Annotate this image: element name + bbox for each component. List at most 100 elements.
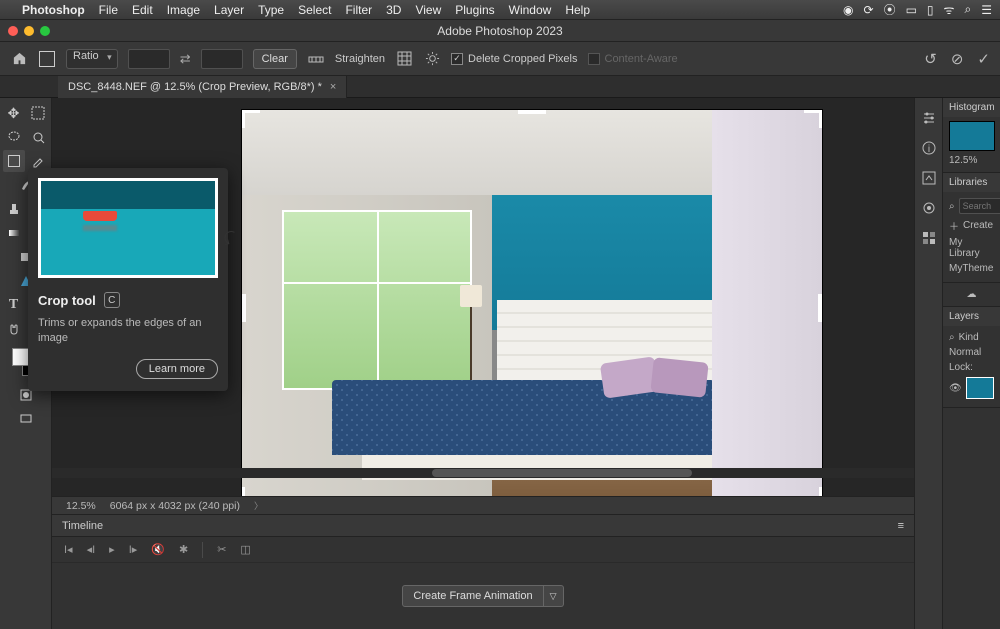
status-more-icon[interactable]: 〉 xyxy=(254,499,267,512)
menu-filter[interactable]: Filter xyxy=(345,3,372,17)
layers-tab[interactable]: Layers xyxy=(943,307,1000,326)
create-label[interactable]: Create xyxy=(963,220,993,231)
menu-3d[interactable]: 3D xyxy=(386,3,401,17)
timeline-play-icon[interactable]: ▸ xyxy=(109,543,115,556)
status-display-icon[interactable]: ▭ xyxy=(906,3,917,17)
my-theme-item[interactable]: MyTheme xyxy=(949,263,993,274)
overlay-options-icon[interactable] xyxy=(395,50,413,68)
image-content[interactable] xyxy=(242,110,822,496)
status-battery-icon[interactable]: ▯ xyxy=(927,3,934,17)
menu-image[interactable]: Image xyxy=(167,3,200,17)
content-aware-checkbox[interactable]: Content-Aware xyxy=(588,53,678,65)
timeline-split-icon[interactable]: ✂ xyxy=(217,543,226,556)
properties-icon[interactable] xyxy=(921,170,937,186)
libraries-tab[interactable]: Libraries xyxy=(943,173,1000,192)
menu-help[interactable]: Help xyxy=(565,3,590,17)
status-wifi-icon[interactable]: ᯤ xyxy=(944,1,955,18)
type-tool[interactable]: T xyxy=(3,294,25,316)
timeline-menu-icon[interactable]: ≡ xyxy=(898,520,904,532)
libraries-search-input[interactable] xyxy=(959,198,1000,214)
status-search-icon[interactable]: ⌕ xyxy=(965,2,972,17)
lasso-tool[interactable] xyxy=(3,126,25,148)
status-record-icon[interactable]: ⦿ xyxy=(884,1,896,18)
menu-select[interactable]: Select xyxy=(298,3,331,17)
cancel-crop-icon[interactable]: ⊘ xyxy=(951,50,964,68)
commit-crop-icon[interactable]: ✓ xyxy=(977,50,990,68)
plus-icon[interactable]: ＋ xyxy=(949,218,959,233)
menu-layer[interactable]: Layer xyxy=(214,3,244,17)
tooltip-description: Trims or expands the edges of an image xyxy=(38,316,218,347)
adjustments-icon[interactable] xyxy=(921,110,937,126)
timeline-transition-icon[interactable]: ◫ xyxy=(240,543,250,556)
clear-button[interactable]: Clear xyxy=(253,49,297,69)
marquee-tool[interactable] xyxy=(27,102,49,124)
document-tab-label: DSC_8448.NEF @ 12.5% (Crop Preview, RGB/… xyxy=(68,81,322,93)
learn-more-button[interactable]: Learn more xyxy=(136,359,218,379)
create-frame-animation-button[interactable]: Create Frame Animation ▽ xyxy=(402,585,563,607)
document-dimensions[interactable]: 6064 px x 4032 px (240 ppi) xyxy=(110,500,240,512)
horizontal-scrollbar[interactable] xyxy=(52,468,914,478)
histogram-thumb xyxy=(949,121,995,151)
timeline-mute-icon[interactable]: 🔇 xyxy=(151,543,165,556)
hand-tool[interactable] xyxy=(3,318,25,340)
reset-crop-icon[interactable]: ↺ xyxy=(924,50,937,68)
document-tab[interactable]: DSC_8448.NEF @ 12.5% (Crop Preview, RGB/… xyxy=(58,76,347,98)
document-tab-strip: DSC_8448.NEF @ 12.5% (Crop Preview, RGB/… xyxy=(0,76,1000,98)
swatches-icon[interactable] xyxy=(921,230,937,246)
timeline-tab[interactable]: Timeline xyxy=(62,520,103,532)
tools-panel: ✥ T xyxy=(0,98,52,629)
info-icon[interactable]: i xyxy=(921,140,937,156)
close-tab-icon[interactable]: × xyxy=(330,81,336,93)
home-icon[interactable] xyxy=(10,50,28,68)
tool-tooltip: ⤹ Crop tool C Trims or expands the edges… xyxy=(28,168,228,391)
histogram-tab[interactable]: Histogram xyxy=(943,98,1000,117)
timeline-settings-icon[interactable]: ✱ xyxy=(179,543,188,556)
options-bar: Ratio ⇄ Clear Straighten ✓ Delete Croppe… xyxy=(0,42,1000,76)
layer-thumbnail[interactable] xyxy=(966,377,994,399)
delete-cropped-label: Delete Cropped Pixels xyxy=(468,53,577,65)
menu-edit[interactable]: Edit xyxy=(132,3,153,17)
tooltip-title: Crop tool xyxy=(38,293,96,308)
menu-file[interactable]: File xyxy=(99,3,118,17)
color-icon[interactable] xyxy=(921,200,937,216)
my-library-item[interactable]: My Library xyxy=(949,237,994,259)
blend-mode[interactable]: Normal xyxy=(949,347,981,358)
zoom-percent[interactable]: 12.5% xyxy=(66,500,96,512)
swap-dimensions-icon[interactable]: ⇄ xyxy=(180,51,191,67)
create-animation-dropdown-icon[interactable]: ▽ xyxy=(544,585,564,607)
move-tool[interactable]: ✥ xyxy=(3,102,25,124)
status-control-center-icon[interactable]: ☰ xyxy=(981,3,992,17)
crop-tool[interactable] xyxy=(3,150,25,172)
svg-text:i: i xyxy=(927,144,929,155)
foreground-color-swatch[interactable] xyxy=(12,348,30,366)
cc-cloud-icon[interactable]: ☁ xyxy=(967,289,977,300)
aspect-ratio-select[interactable]: Ratio xyxy=(66,49,118,69)
timeline-prev-frame-icon[interactable]: ◂I xyxy=(87,543,96,556)
crop-settings-icon[interactable] xyxy=(423,50,441,68)
straighten-icon[interactable] xyxy=(307,50,325,68)
quick-select-tool[interactable] xyxy=(27,126,49,148)
crop-width-input[interactable] xyxy=(128,49,170,69)
right-panels: Histogram 12.5% Libraries ⌕ ＋Create My L… xyxy=(942,98,1000,629)
search-icon[interactable]: ⌕ xyxy=(949,201,955,212)
status-sync-icon[interactable]: ⟳ xyxy=(864,3,874,17)
delete-cropped-checkbox[interactable]: ✓ Delete Cropped Pixels xyxy=(451,53,577,65)
menu-plugins[interactable]: Plugins xyxy=(455,3,494,17)
app-menu[interactable]: Photoshop xyxy=(22,3,85,17)
screen-mode-icon[interactable] xyxy=(15,408,37,430)
gradient-tool[interactable] xyxy=(3,222,25,244)
menu-window[interactable]: Window xyxy=(509,3,552,17)
app-title: Adobe Photoshop 2023 xyxy=(0,24,1000,38)
menu-view[interactable]: View xyxy=(415,3,441,17)
crop-height-input[interactable] xyxy=(201,49,243,69)
lock-label: Lock: xyxy=(949,362,973,373)
layer-kind[interactable]: Kind xyxy=(959,332,979,343)
app-titlebar: Adobe Photoshop 2023 xyxy=(0,20,1000,42)
menu-type[interactable]: Type xyxy=(258,3,284,17)
crop-tool-icon[interactable] xyxy=(38,50,56,68)
clone-stamp-tool[interactable] xyxy=(3,198,25,220)
status-siri-icon[interactable]: ◉ xyxy=(843,3,853,17)
timeline-next-frame-icon[interactable]: I▸ xyxy=(129,543,138,556)
timeline-first-frame-icon[interactable]: I◂ xyxy=(64,543,73,556)
layer-visibility-icon[interactable]: 👁 xyxy=(949,383,962,394)
